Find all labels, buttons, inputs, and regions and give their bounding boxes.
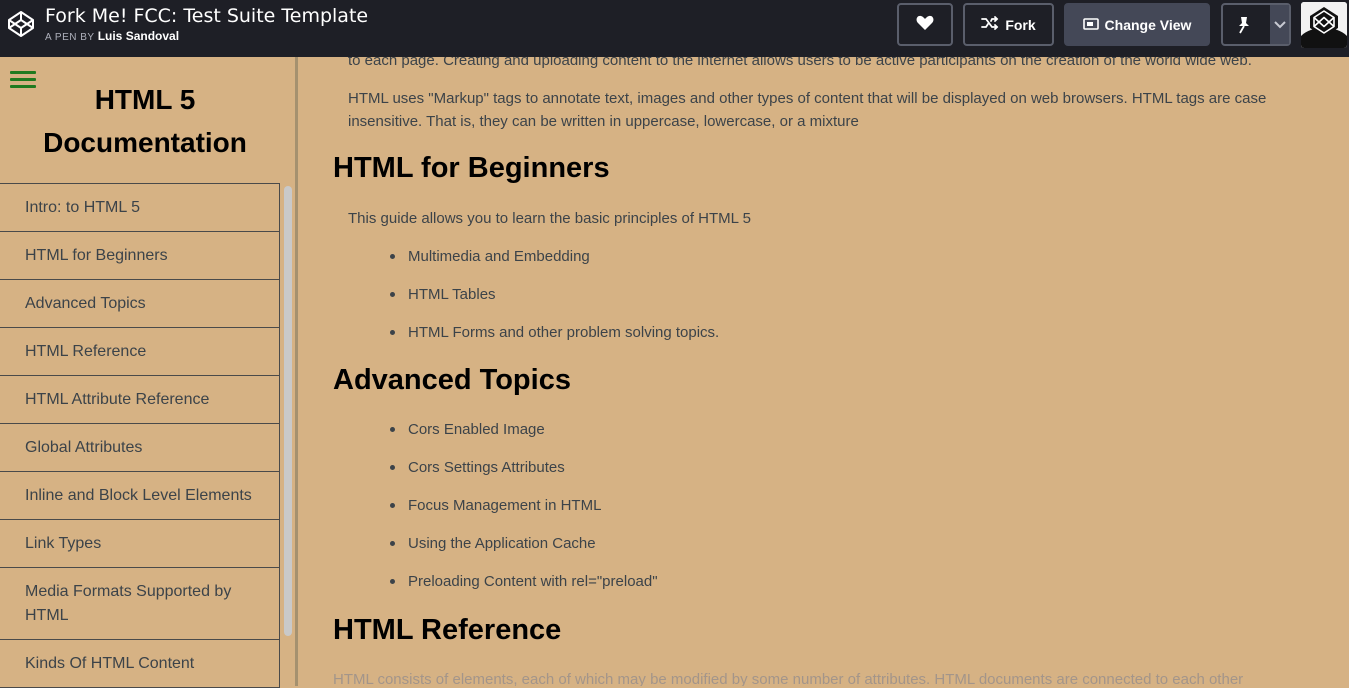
nav-link[interactable]: Advanced Topics [0,280,280,328]
change-view-button[interactable]: Change View [1064,3,1210,46]
nav-link[interactable]: Intro: to HTML 5 [0,184,280,232]
nav-link[interactable]: HTML Reference [0,328,280,376]
beginners-paragraph: This guide allows you to learn the basic… [348,210,751,227]
nav-link[interactable]: HTML Attribute Reference [0,376,280,424]
nav-list: Intro: to HTML 5 HTML for Beginners Adva… [0,183,280,688]
codepen-logo-icon[interactable] [6,9,36,39]
nav-link[interactable]: Link Types [0,520,280,568]
heart-icon [916,15,934,34]
section-heading-advanced-topics: Advanced Topics [333,364,571,396]
pin-button-group[interactable] [1221,3,1291,46]
intro-paragraph-tail: to each page. Creating and uploading con… [348,57,1252,69]
sidebar-title: HTML 5 Documentation [0,78,290,164]
byline-prefix: A PEN BY [45,32,95,43]
list-item: Cors Enabled Image [390,418,658,456]
nav-link[interactable]: Inline and Block Level Elements [0,472,280,520]
nav-link[interactable]: HTML for Beginners [0,232,280,280]
beginners-list: Multimedia and Embedding HTML Tables HTM… [390,245,719,359]
codepen-header: Fork Me! FCC: Test Suite Template A PEN … [0,0,1349,57]
avatar[interactable] [1301,2,1347,48]
list-item: Cors Settings Attributes [390,456,658,494]
fork-label: Fork [1005,16,1036,33]
list-item: Focus Management in HTML [390,494,658,532]
list-item: HTML Tables [390,283,719,321]
fork-button[interactable]: Fork [963,3,1054,46]
heart-button[interactable] [897,3,953,46]
advanced-list: Cors Enabled Image Cors Settings Attribu… [390,418,658,608]
fork-icon [981,16,999,33]
list-item: Using the Application Cache [390,532,658,570]
sidebar-title-line1: HTML 5 [94,84,196,115]
pin-icon[interactable] [1223,5,1264,44]
nav-link[interactable]: Kinds Of HTML Content [0,640,280,688]
navbar: HTML 5 Documentation Intro: to HTML 5 HT… [0,57,298,688]
section-heading-html-for-beginners: HTML for Beginners [333,152,610,184]
change-view-icon [1082,17,1099,33]
nav-link[interactable]: Global Attributes [0,424,280,472]
sidebar-scrollbar[interactable] [281,183,295,686]
list-item: Multimedia and Embedding [390,245,719,283]
main-doc: to each page. Creating and uploading con… [298,57,1349,686]
intro-markup-paragraph: HTML uses "Markup" tags to annotate text… [348,90,1267,130]
section-heading-html-reference: HTML Reference [333,614,562,646]
scrollbar-thumb[interactable] [284,186,292,636]
list-item: Preloading Content with rel="preload" [390,570,658,608]
reference-paragraph: HTML consists of elements, each of which… [333,671,1244,686]
list-item: HTML Forms and other problem solving top… [390,321,719,359]
author-link[interactable]: Luis Sandoval [98,29,179,43]
chevron-down-icon[interactable] [1270,5,1289,44]
pen-byline: A PEN BY Luis Sandoval [45,29,179,43]
pen-title[interactable]: Fork Me! FCC: Test Suite Template [45,5,368,27]
nav-link[interactable]: Media Formats Supported by HTML [0,568,280,640]
change-view-label: Change View [1104,16,1192,33]
sidebar-title-line2: Documentation [43,127,247,158]
